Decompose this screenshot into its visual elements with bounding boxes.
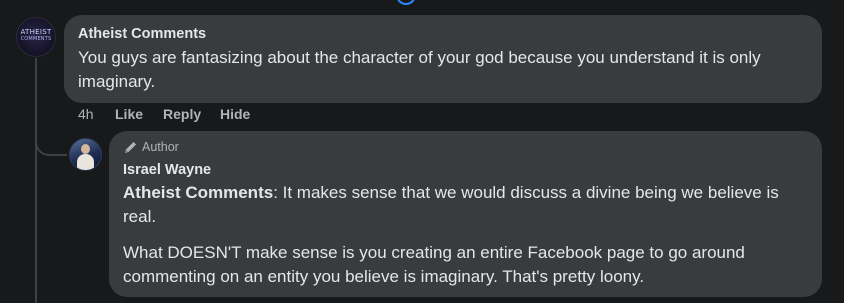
avatar[interactable]: ATHEIST COMMENTS	[16, 17, 56, 57]
avatar-logo-subtext: COMMENTS	[20, 36, 52, 42]
hide-button[interactable]: Hide	[220, 106, 250, 122]
comment-bubble: Atheist Comments You guys are fantasizin…	[64, 15, 822, 103]
comment-author-name[interactable]: Atheist Comments	[78, 26, 206, 42]
reply-text: Atheist Comments: It makes sense that we…	[123, 181, 813, 229]
reply-avatar[interactable]	[69, 138, 102, 171]
author-badge-label: Author	[142, 140, 179, 154]
comment-text: You guys are fantasizing about the chara…	[78, 48, 761, 91]
thread-line	[35, 58, 37, 303]
mention-link[interactable]: Atheist Comments	[123, 183, 273, 202]
reply-bubble: Author Israel Wayne Atheist Comments: It…	[109, 131, 822, 297]
reply-text-paragraph: What DOESN'T make sense is you creating …	[123, 243, 745, 286]
reply-button[interactable]: Reply	[163, 106, 201, 122]
avatar-logo-text: ATHEIST	[20, 28, 52, 36]
pencil-icon	[123, 140, 138, 158]
like-button[interactable]: Like	[115, 106, 143, 122]
comment-timestamp[interactable]: 4h	[78, 106, 94, 122]
loading-indicator	[396, 0, 416, 5]
thread-connector	[35, 118, 67, 156]
reply-author-name[interactable]: Israel Wayne	[123, 162, 211, 178]
